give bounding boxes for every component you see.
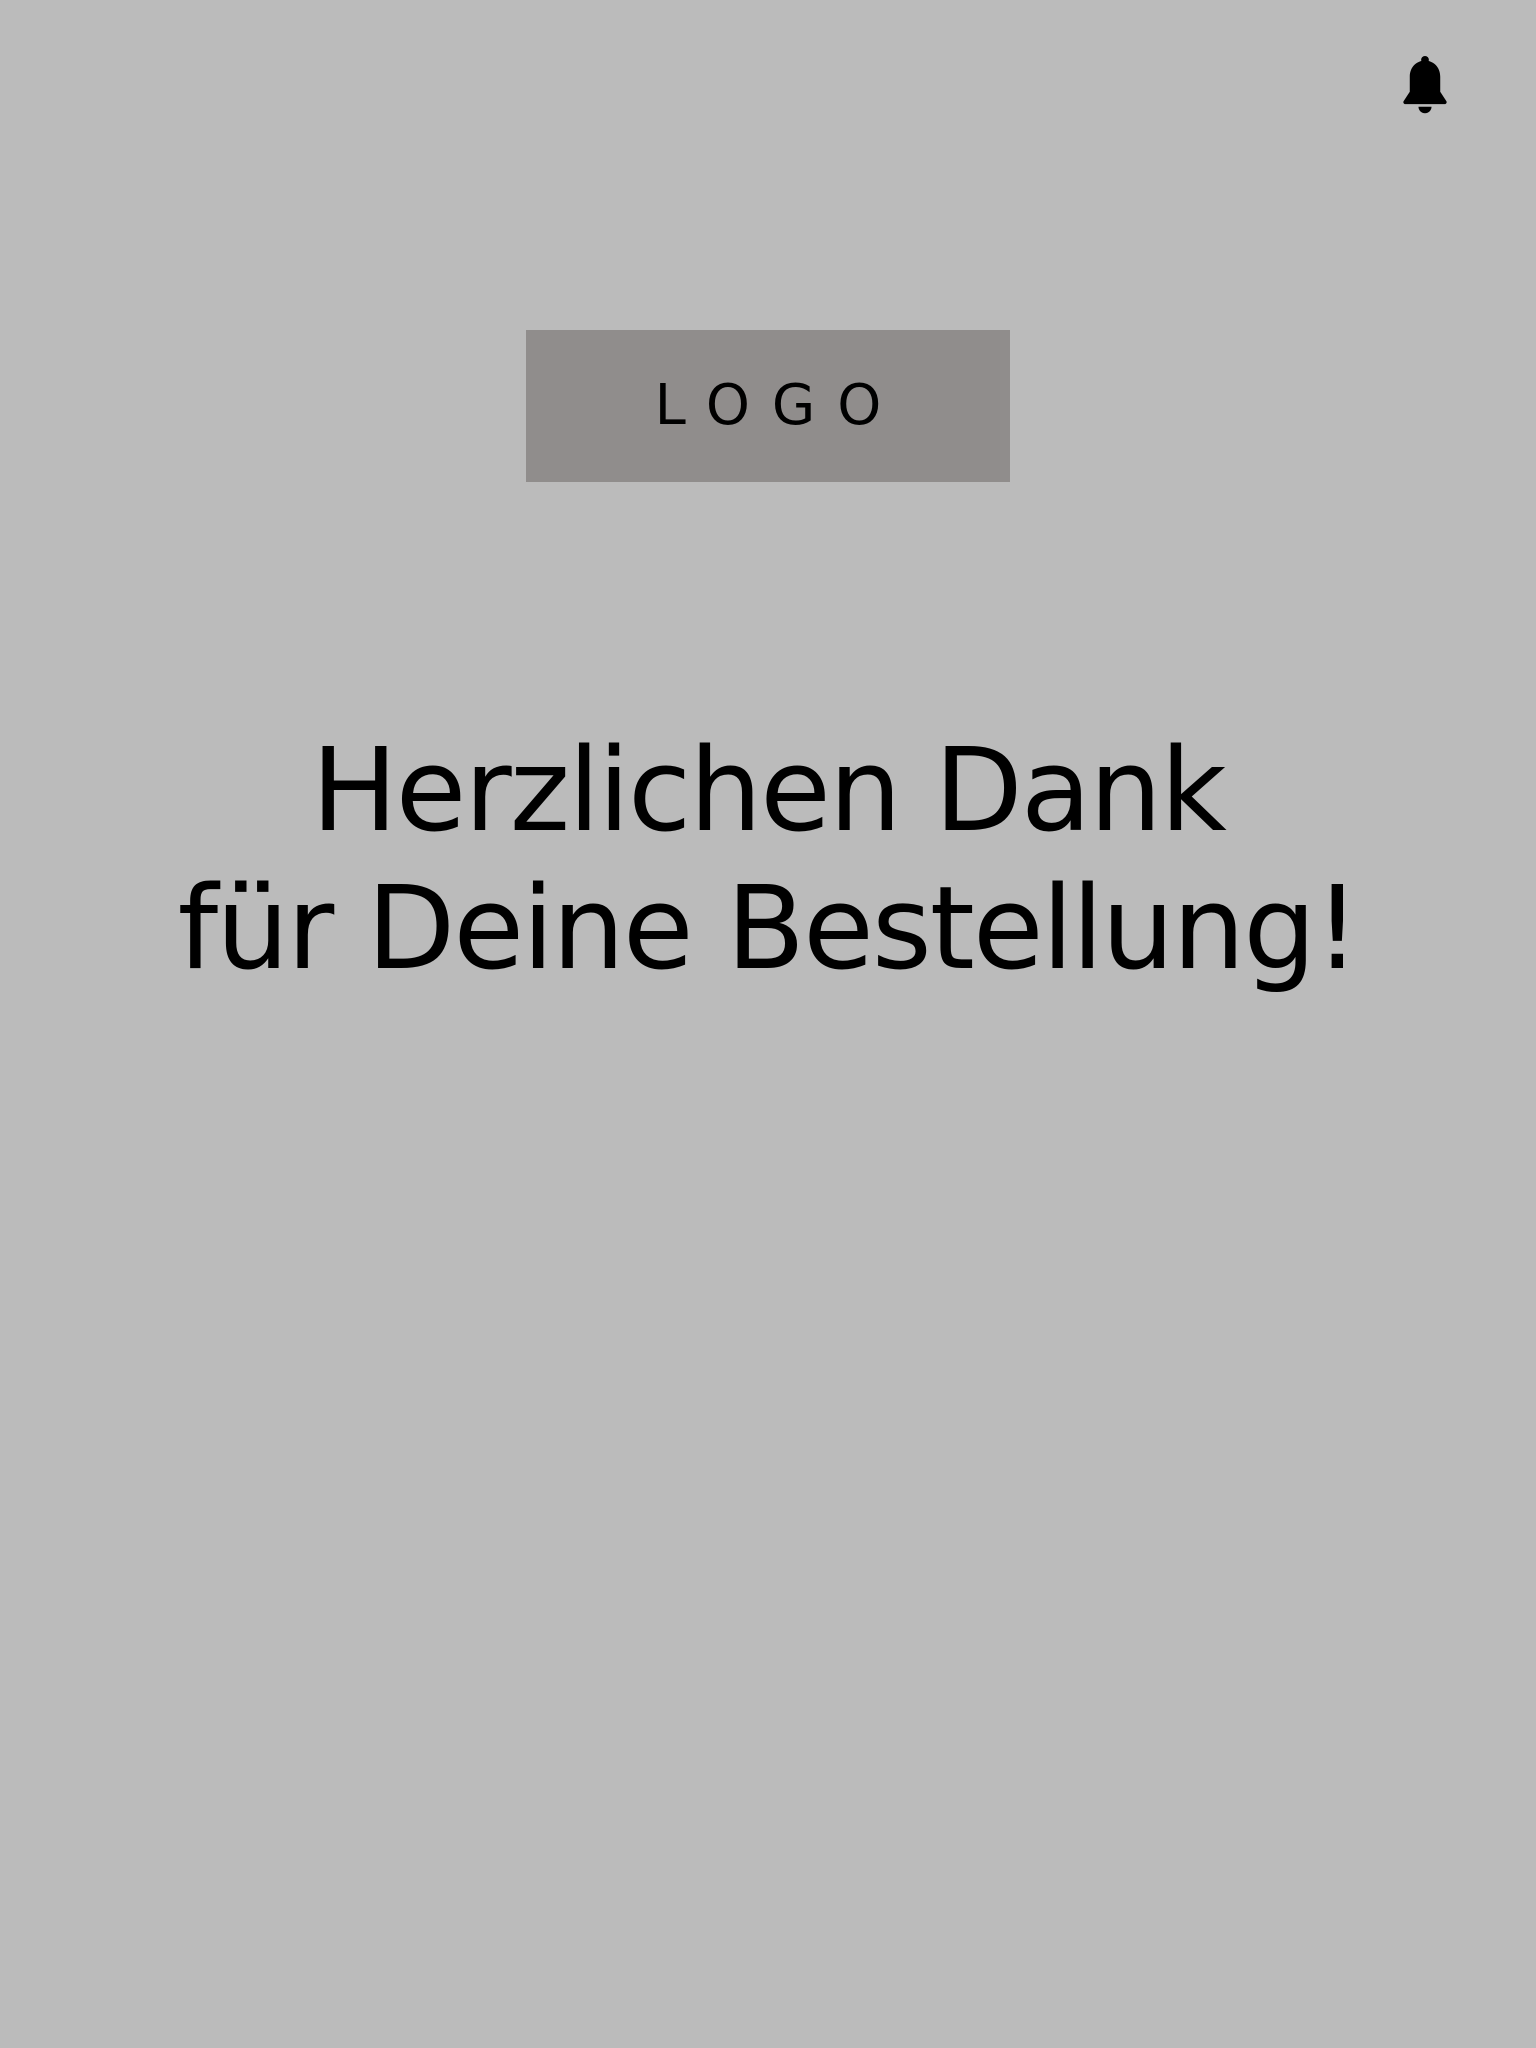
logo-text: LOGO	[654, 373, 904, 438]
heading-line-2: für Deine Bestellung!	[177, 862, 1361, 996]
logo: LOGO	[526, 330, 1010, 482]
notifications-button[interactable]	[1392, 50, 1458, 122]
heading-line-1: Herzlichen Dank	[311, 724, 1227, 858]
bell-icon	[1403, 56, 1447, 114]
thank-you-heading: Herzlichen Dank für Deine Bestellung!	[0, 722, 1536, 998]
